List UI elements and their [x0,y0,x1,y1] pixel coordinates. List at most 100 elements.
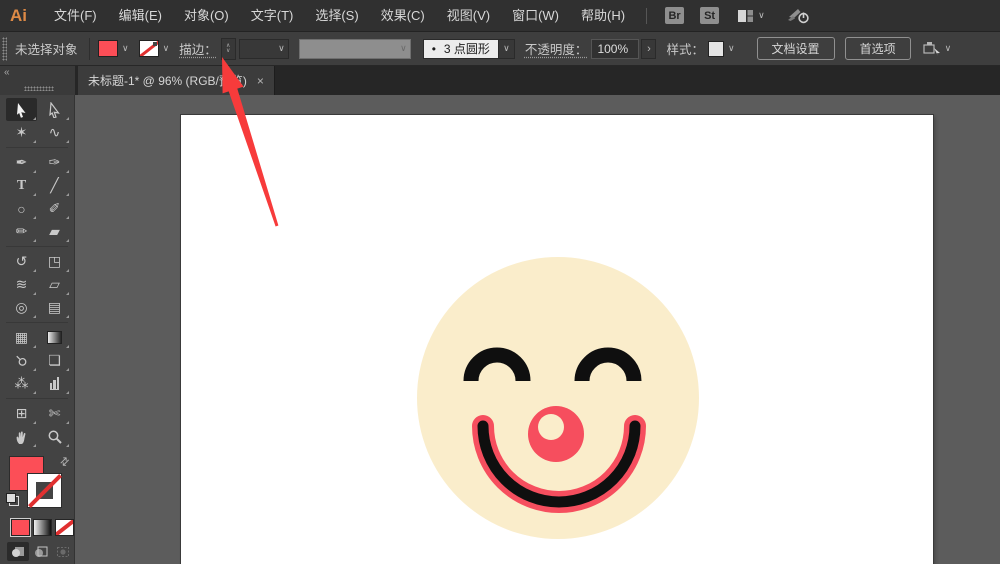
panel-grip[interactable] [24,86,54,91]
column-graph-tool[interactable] [39,372,70,395]
ellipse-tool[interactable]: ○ [6,197,37,220]
swap-fill-stroke-icon[interactable]: ⇄ [57,454,72,469]
control-bar-grip[interactable] [2,36,7,61]
style-label[interactable]: 样式： [666,39,704,58]
shape-builder-tool[interactable]: ◎ [6,296,37,319]
stepper-down-icon[interactable]: ∨ [226,48,230,54]
opacity-more-button[interactable]: › [641,38,657,59]
gradient-tool[interactable] [39,326,70,349]
chevron-down-icon: ∨ [400,43,407,53]
draw-behind-button[interactable] [30,542,52,561]
chevron-down-icon: ∨ [503,43,510,53]
artboard-icon: ⊞ [15,405,28,421]
hand-tool[interactable] [6,425,37,448]
menu-item-window[interactable]: 窗口(W) [501,0,570,32]
none-mode-button[interactable] [55,519,74,536]
menu-item-object[interactable]: 对象(O) [173,0,240,32]
canvas-area[interactable] [75,95,1000,564]
chevron-down-icon: ∨ [278,43,285,53]
pencil-tool[interactable]: ✏ [6,220,37,243]
width-icon: ≋ [15,276,28,292]
type-icon: T [16,177,27,193]
chevron-down-icon: ∨ [944,43,952,53]
rotate-tool[interactable]: ↺ [6,250,37,273]
gpu-performance-button[interactable] [787,7,811,25]
stroke-weight-stepper[interactable]: ∧ ∨ [220,37,236,60]
mesh-icon: ▦ [14,329,29,345]
mesh-tool[interactable]: ▦ [6,326,37,349]
direct-selection-tool[interactable] [39,98,70,121]
selection-icon [16,102,25,118]
color-mode-button[interactable] [10,518,31,537]
preferences-button[interactable]: 首选项 [844,37,911,60]
menu-item-type[interactable]: 文字(T) [240,0,305,32]
perspective-grid-tool[interactable]: ▤ [39,296,70,319]
illustrator-window: Ai 文件(F) 编辑(E) 对象(O) 文字(T) 选择(S) 效果(C) 视图(V) 窗口… [0,0,1000,564]
draw-normal-button[interactable] [7,542,29,561]
opacity-field[interactable]: 100% [591,38,640,59]
width-tool[interactable]: ≋ [6,273,37,296]
magic-wand-icon: ✶ [15,124,28,140]
eraser-tool[interactable]: ▰ [39,220,70,243]
draw-inside-button[interactable] [52,542,74,561]
selection-status: 未选择对象 [15,43,78,57]
stroke-color-indicator[interactable] [27,473,62,508]
select-similar-button[interactable]: ∨ [922,41,952,56]
artboard[interactable] [181,115,933,564]
zoom-icon [48,430,62,444]
curvature-icon: ✑ [48,154,61,170]
symbol-sprayer-tool[interactable]: ⁂ [6,372,37,395]
lasso-tool[interactable]: ∿ [39,121,70,144]
stroke-weight-label[interactable]: 描边： [179,39,217,58]
stroke-chevron-icon[interactable]: ∨ [163,44,170,53]
line-segment-tool[interactable]: ╱ [39,174,70,197]
bridge-badge[interactable]: Br [665,7,685,24]
arrow-right-icon: › [647,42,651,55]
type-tool[interactable]: T [6,174,37,197]
slice-icon: ✄ [48,405,61,421]
menu-item-effect[interactable]: 效果(C) [370,0,436,32]
fill-chevron-icon[interactable]: ∨ [122,44,129,53]
stroke-color-swatch[interactable] [138,40,159,57]
stock-badge[interactable]: St [700,7,720,24]
menu-item-help[interactable]: 帮助(H) [570,0,636,32]
stroke-weight-dropdown[interactable]: ∨ [238,38,289,59]
zoom-tool[interactable] [39,425,70,448]
menu-item-select[interactable]: 选择(S) [304,0,369,32]
brush-definition-dropdown[interactable]: • 3 点圆形 [422,38,499,59]
gpu-rocket-icon [787,8,809,23]
style-swatch[interactable] [707,40,724,57]
fill-color-swatch[interactable] [98,40,118,57]
opacity-label[interactable]: 不透明度： [525,39,588,58]
fill-stroke-cluster: ⇄ [0,453,74,515]
default-fill-stroke-icon[interactable] [6,493,19,506]
scale-tool[interactable]: ◳ [39,250,70,273]
eyedropper-tool[interactable]: ⚲ [6,349,37,372]
menu-item-edit[interactable]: 编辑(E) [108,0,173,32]
slice-tool[interactable]: ✄ [39,402,70,425]
document-setup-button[interactable]: 文档设置 [756,37,835,60]
style-chevron-icon[interactable]: ∨ [728,44,735,53]
menu-item-view[interactable]: 视图(V) [436,0,501,32]
artboard-tool[interactable]: ⊞ [6,402,37,425]
gradient-mode-button[interactable] [33,519,52,536]
free-transform-icon: ▱ [49,276,60,292]
magic-wand-tool[interactable]: ✶ [6,121,37,144]
none-slash-icon [28,474,62,508]
brush-chevron[interactable]: ∨ [498,38,515,59]
collapse-panel-icon[interactable]: « [4,67,10,78]
blend-icon: ❏ [48,352,61,368]
direct-selection-icon [48,101,60,118]
menu-item-file[interactable]: 文件(F) [43,0,108,32]
draw-normal-icon [11,546,24,557]
selection-tool[interactable] [6,98,37,121]
paintbrush-tool[interactable]: ✐ [39,197,70,220]
document-tab[interactable]: 未标题-1* @ 96% (RGB/预览) × [78,66,275,95]
curvature-tool[interactable]: ✑ [39,151,70,174]
close-tab-icon[interactable]: × [257,74,264,88]
blend-tool[interactable]: ❏ [39,349,70,372]
pen-tool[interactable]: ✒ [6,151,37,174]
workspace-switcher[interactable]: ∨ [737,9,765,23]
free-transform-tool[interactable]: ▱ [39,273,70,296]
workspace-layout-icon [738,9,754,22]
